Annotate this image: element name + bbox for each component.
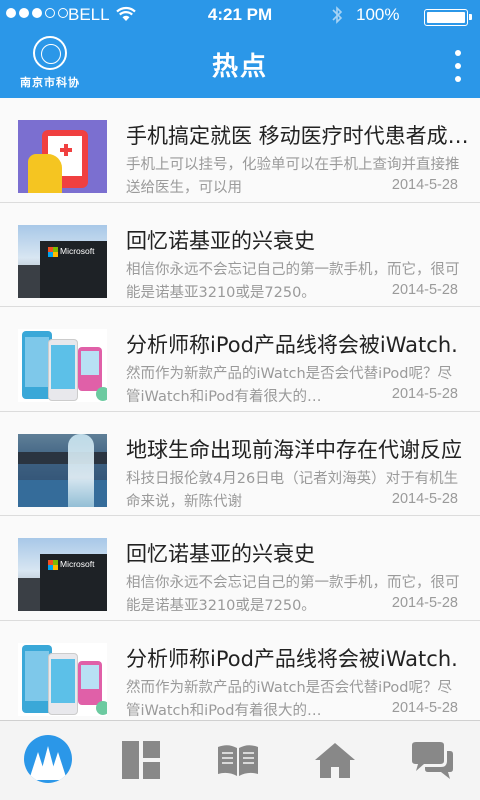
battery-percent: 100% <box>356 5 400 24</box>
app-bar: 南京市科协 热点 <box>0 32 480 98</box>
hotspot-mountain-icon[interactable] <box>24 735 72 783</box>
status-bar: BELL 4:21 PM 100% <box>0 0 480 32</box>
news-date: 2014-5-28 <box>387 177 458 193</box>
news-list[interactable]: 手机搞定就医 移动医疗时代患者成… 手机上可以挂号，化验单可以在手机上查询并直接… <box>0 98 480 720</box>
news-item[interactable]: Microsoft 回忆诺基亚的兴衰史 相信你永远不会忘记自己的第一款手机，而它… <box>0 516 480 621</box>
news-item[interactable]: 手机搞定就医 移动医疗时代患者成… 手机上可以挂号，化验单可以在手机上查询并直接… <box>0 98 480 203</box>
news-item[interactable]: 分析师称iPod产品线将会被iWatch. 然而作为新款产品的iWatch是否会… <box>0 307 480 412</box>
microsoft-sign-text: Microsoft <box>60 245 95 256</box>
news-item[interactable]: Microsoft 回忆诺基亚的兴衰史 相信你永远不会忘记自己的第一款手机，而它… <box>0 202 480 307</box>
news-title: 回忆诺基亚的兴衰史 <box>126 542 315 566</box>
ipod-lineup-image <box>18 329 107 402</box>
microsoft-sign-text: Microsoft <box>60 559 95 569</box>
ipod-lineup-image <box>18 642 107 716</box>
news-date: 2014-5-28 <box>387 281 458 298</box>
grid-icon[interactable] <box>122 741 160 779</box>
news-date: 2014-5-28 <box>387 490 458 507</box>
book-icon[interactable] <box>216 743 260 777</box>
home-icon[interactable] <box>314 741 356 779</box>
microsoft-building-image: Microsoft <box>18 538 107 611</box>
news-title: 分析师称iPod产品线将会被iWatch. <box>126 333 458 357</box>
battery-icon <box>424 9 472 26</box>
microsoft-building-image: Microsoft <box>18 224 107 298</box>
ocean-image <box>18 433 107 507</box>
news-title: 回忆诺基亚的兴衰史 <box>126 228 315 253</box>
news-item[interactable]: 分析师称iPod产品线将会被iWatch. 然而作为新款产品的iWatch是否会… <box>0 620 480 720</box>
news-date: 2014-5-28 <box>387 699 458 716</box>
bluetooth-icon <box>332 6 343 24</box>
app-header: BELL 4:21 PM 100% 南京市科协 热点 <box>0 0 480 98</box>
news-title: 分析师称iPod产品线将会被iWatch. <box>126 646 458 671</box>
status-time: 4:21 PM <box>207 5 273 24</box>
page-title: 热点 <box>211 52 268 82</box>
medical-app-image <box>18 120 107 193</box>
news-title: 手机搞定就医 移动医疗时代患者成… <box>126 124 469 148</box>
news-date: 2014-5-28 <box>387 386 458 402</box>
more-menu-icon[interactable] <box>452 50 464 82</box>
news-item[interactable]: 地球生命出现前海洋中存在代谢反应 科技日报伦敦4月26日电（记者刘海英）对于有机… <box>0 411 480 516</box>
news-title: 地球生命出现前海洋中存在代谢反应 <box>126 437 462 462</box>
chat-icon[interactable] <box>410 741 454 781</box>
bottom-tab-bar <box>0 720 480 800</box>
news-date: 2014-5-28 <box>387 595 458 611</box>
